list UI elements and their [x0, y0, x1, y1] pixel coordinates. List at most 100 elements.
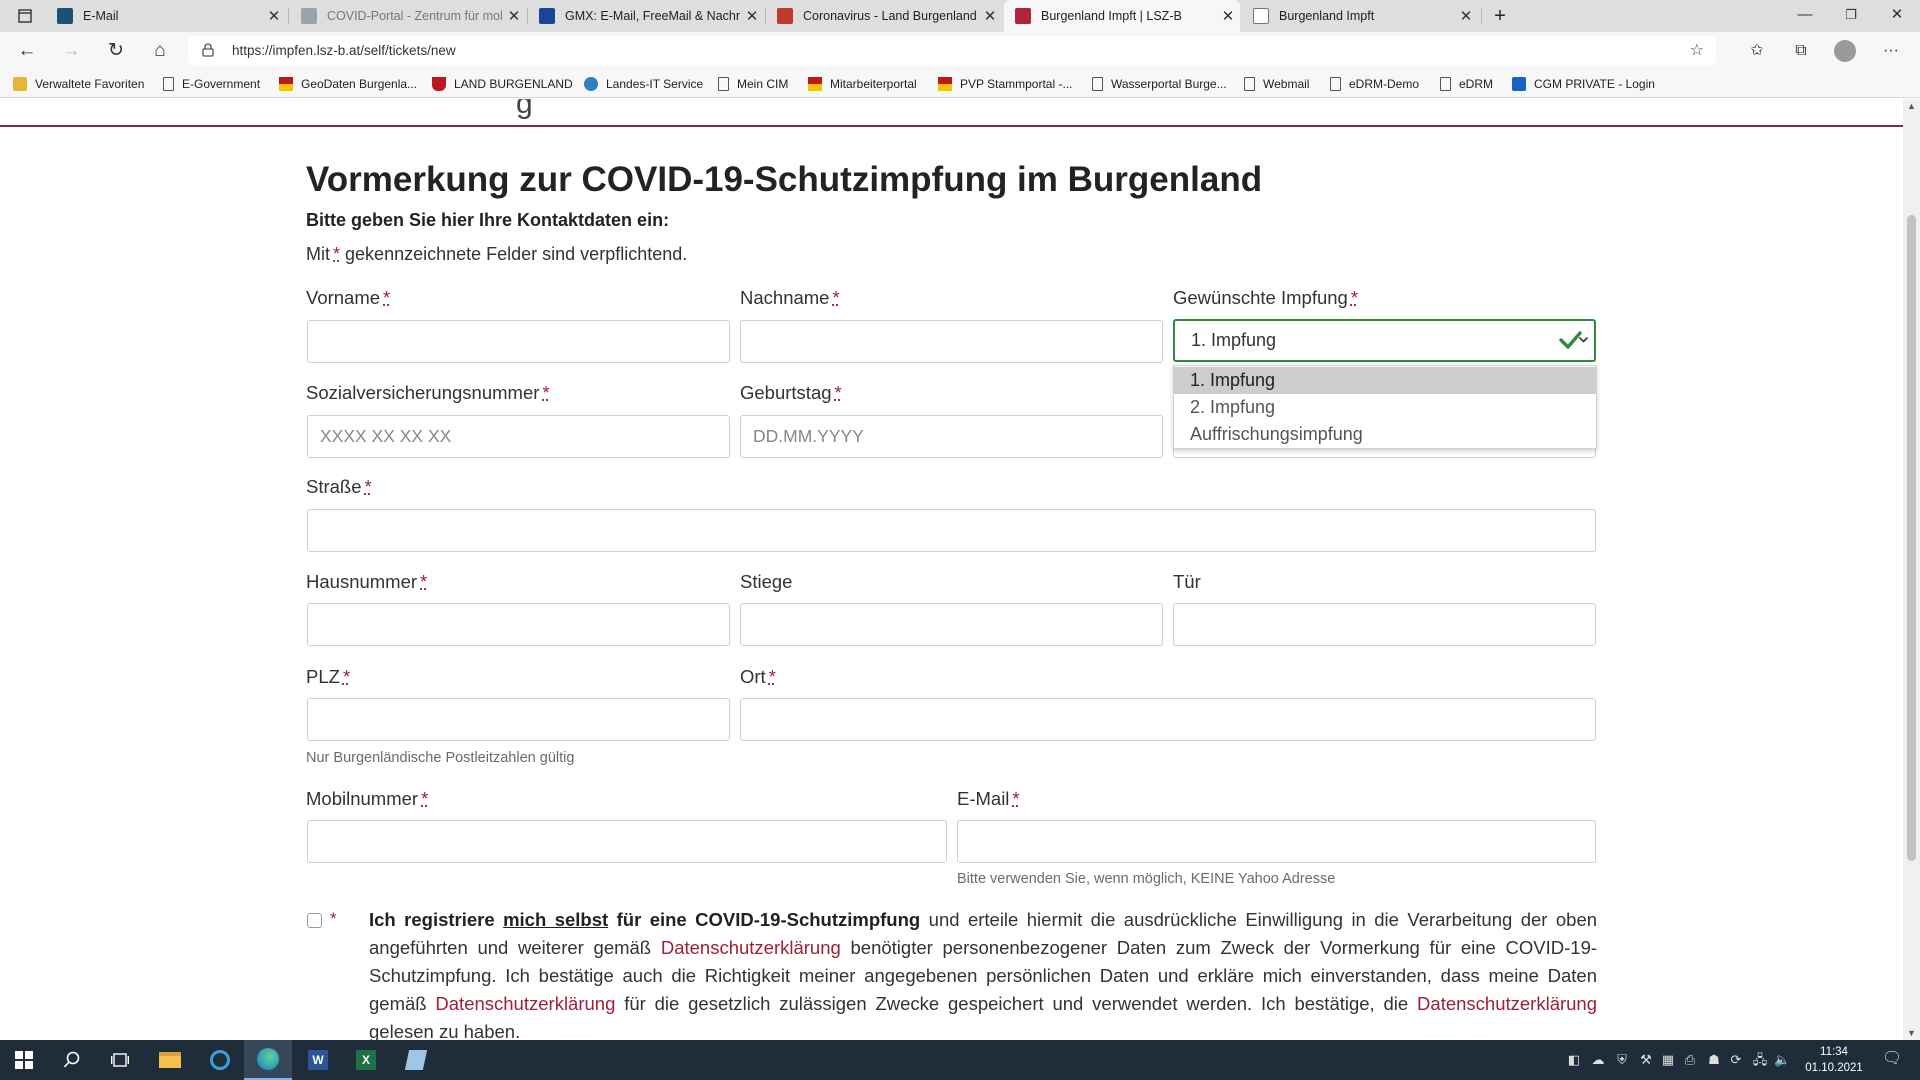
url-text: https://impfen.lsz-b.at/self/tickets/new — [232, 43, 456, 58]
svnr-field[interactable] — [307, 415, 730, 458]
tab-close-icon[interactable]: ✕ — [502, 7, 526, 25]
burgenland-flag-icon — [938, 77, 952, 91]
scrollbar-thumb[interactable] — [1907, 215, 1916, 861]
word-icon[interactable]: W — [294, 1040, 342, 1080]
datenschutz-link[interactable]: Datenschutzerklärung — [435, 993, 615, 1014]
tab-close-icon[interactable]: ✕ — [1454, 7, 1478, 25]
bookmark-wasserportal[interactable]: Wasserportal Burge... — [1092, 75, 1227, 93]
file-explorer-icon[interactable] — [146, 1040, 194, 1080]
bookmark-verwaltete-favoriten[interactable]: Verwaltete Favoriten — [13, 75, 144, 93]
nachname-field[interactable] — [740, 320, 1163, 363]
tab-favicon — [539, 8, 555, 24]
geburtstag-label: Geburtstag * — [740, 382, 842, 403]
impfung-option-1[interactable]: 1. Impfung — [1174, 367, 1596, 394]
bookmark-mitarbeiterportal[interactable]: Mitarbeiterportal — [808, 75, 917, 93]
strasse-field[interactable] — [307, 509, 1596, 552]
favorites-icon[interactable]: ✩ — [1742, 36, 1772, 66]
tray-printer-icon[interactable]: ⎙ — [1682, 1052, 1698, 1068]
notifications-icon[interactable]: 🗨 — [1882, 1051, 1902, 1067]
page-icon — [1330, 77, 1341, 91]
datenschutz-link[interactable]: Datenschutzerklärung — [661, 937, 841, 958]
edge-browser-icon[interactable] — [244, 1040, 292, 1080]
impfung-option-2[interactable]: 2. Impfung — [1174, 394, 1596, 421]
page-icon — [1244, 77, 1255, 91]
tab-gmx[interactable]: GMX: E-Mail, FreeMail & Nachric ✕ — [528, 0, 764, 32]
task-view-icon[interactable] — [96, 1040, 144, 1080]
tray-sync-icon[interactable]: ⟳ — [1728, 1052, 1744, 1068]
bookmark-land-burgenland[interactable]: LAND BURGENLAND — [432, 75, 573, 93]
consent-checkbox[interactable] — [307, 913, 322, 928]
folder-icon — [13, 77, 27, 91]
taskbar-clock[interactable]: 11:34 01.10.2021 — [1794, 1044, 1874, 1076]
bookmark-geodaten[interactable]: GeoDaten Burgenla... — [279, 75, 417, 93]
tab-close-icon[interactable]: ✕ — [978, 7, 1002, 25]
tuer-field[interactable] — [1173, 603, 1596, 646]
search-icon[interactable] — [48, 1040, 96, 1080]
home-icon[interactable]: ⌂ — [145, 36, 175, 66]
hausnummer-field[interactable] — [307, 603, 730, 646]
restore-icon[interactable]: ❐ — [1828, 0, 1874, 32]
bookmark-mein-cim[interactable]: Mein CIM — [718, 75, 788, 93]
network-app-icon[interactable] — [196, 1040, 244, 1080]
onedrive-icon[interactable]: ☁ — [1590, 1052, 1606, 1068]
tray-people-icon[interactable]: ☗ — [1706, 1052, 1722, 1068]
bookmark-edrm[interactable]: eDRM — [1440, 75, 1493, 93]
stiege-field[interactable] — [740, 603, 1163, 646]
tab-email[interactable]: E-Mail ✕ — [46, 0, 286, 32]
bookmark-pvp-stammportal[interactable]: PVP Stammportal -... — [938, 75, 1072, 93]
tab-actions-button[interactable] — [10, 0, 40, 32]
bookmark-label: CGM PRIVATE - Login — [1534, 77, 1655, 91]
email-field[interactable] — [957, 820, 1596, 863]
vorname-field[interactable] — [307, 320, 730, 363]
impfung-selected-value: 1. Impfung — [1191, 330, 1277, 350]
tab-coronavirus-burgenland[interactable]: Coronavirus - Land Burgenland ✕ — [766, 0, 1002, 32]
tab-burgenland-impft[interactable]: Burgenland Impft ✕ — [1242, 0, 1478, 32]
page-scrollbar[interactable]: ▲ ▼ — [1903, 99, 1920, 1040]
page-icon — [1092, 77, 1103, 91]
security-icon[interactable]: ⛨ — [1614, 1052, 1630, 1068]
tray-tool-icon[interactable]: ⚒ — [1638, 1052, 1654, 1068]
datenschutz-link[interactable]: Datenschutzerklärung — [1417, 993, 1597, 1014]
network-icon[interactable]: 🖧 — [1752, 1052, 1768, 1068]
geburtstag-field[interactable] — [740, 415, 1163, 458]
tab-covid-portal[interactable]: COVID-Portal - Zentrum für mol ✕ — [290, 0, 526, 32]
tab-strip: E-Mail ✕ COVID-Portal - Zentrum für mol … — [0, 0, 1920, 32]
minimize-icon[interactable]: — — [1782, 0, 1828, 32]
tab-burgenland-impft-active[interactable]: Burgenland Impft | LSZ-B ✕ — [1004, 0, 1240, 32]
impfung-option-auffrischung[interactable]: Auffrischungsimpfung — [1174, 421, 1596, 448]
reload-icon[interactable]: ↻ — [101, 36, 131, 66]
tray-chart-icon[interactable]: ▦ — [1660, 1052, 1676, 1068]
impfung-select[interactable]: 1. Impfung — [1173, 319, 1596, 362]
start-button[interactable] — [0, 1040, 48, 1080]
plz-field[interactable] — [307, 698, 730, 741]
back-icon[interactable]: ← — [12, 36, 42, 66]
profile-icon[interactable] — [1830, 36, 1860, 66]
add-favorite-icon[interactable]: ☆ — [1690, 36, 1704, 66]
volume-icon[interactable]: 🔈 — [1774, 1052, 1790, 1068]
address-bar[interactable]: https://impfen.lsz-b.at/self/tickets/new… — [188, 36, 1716, 66]
tab-close-icon[interactable]: ✕ — [262, 7, 286, 25]
notepad-icon[interactable] — [392, 1040, 440, 1080]
tab-close-icon[interactable]: ✕ — [1216, 7, 1240, 25]
bookmark-webmail[interactable]: Webmail — [1244, 75, 1309, 93]
more-menu-icon[interactable]: ··· — [1876, 36, 1906, 66]
ort-field[interactable] — [740, 698, 1596, 741]
scroll-down-icon[interactable]: ▼ — [1903, 1028, 1920, 1038]
mobilnummer-field[interactable] — [307, 820, 947, 863]
forward-icon[interactable]: → — [56, 36, 86, 66]
tab-close-icon[interactable]: ✕ — [740, 7, 764, 25]
scroll-up-icon[interactable]: ▲ — [1903, 101, 1920, 111]
bookmark-label: Wasserportal Burge... — [1111, 77, 1227, 91]
bookmark-label: PVP Stammportal -... — [960, 77, 1073, 91]
collections-icon[interactable]: ⧉ — [1786, 36, 1816, 66]
new-tab-icon[interactable]: + — [1486, 0, 1514, 32]
bookmark-cgm-private[interactable]: CGM PRIVATE - Login — [1512, 75, 1655, 93]
close-window-icon[interactable]: ✕ — [1874, 0, 1920, 32]
tray-app-icon[interactable]: ◧ — [1566, 1052, 1582, 1068]
bookmark-landes-it[interactable]: Landes-IT Service — [584, 75, 703, 93]
bookmark-e-government[interactable]: E-Government — [163, 75, 260, 93]
bookmark-edrm-demo[interactable]: eDRM-Demo — [1330, 75, 1419, 93]
bookmark-label: GeoDaten Burgenla... — [301, 77, 418, 91]
email-label: E-Mail * — [957, 788, 1020, 809]
excel-icon[interactable]: X — [342, 1040, 390, 1080]
